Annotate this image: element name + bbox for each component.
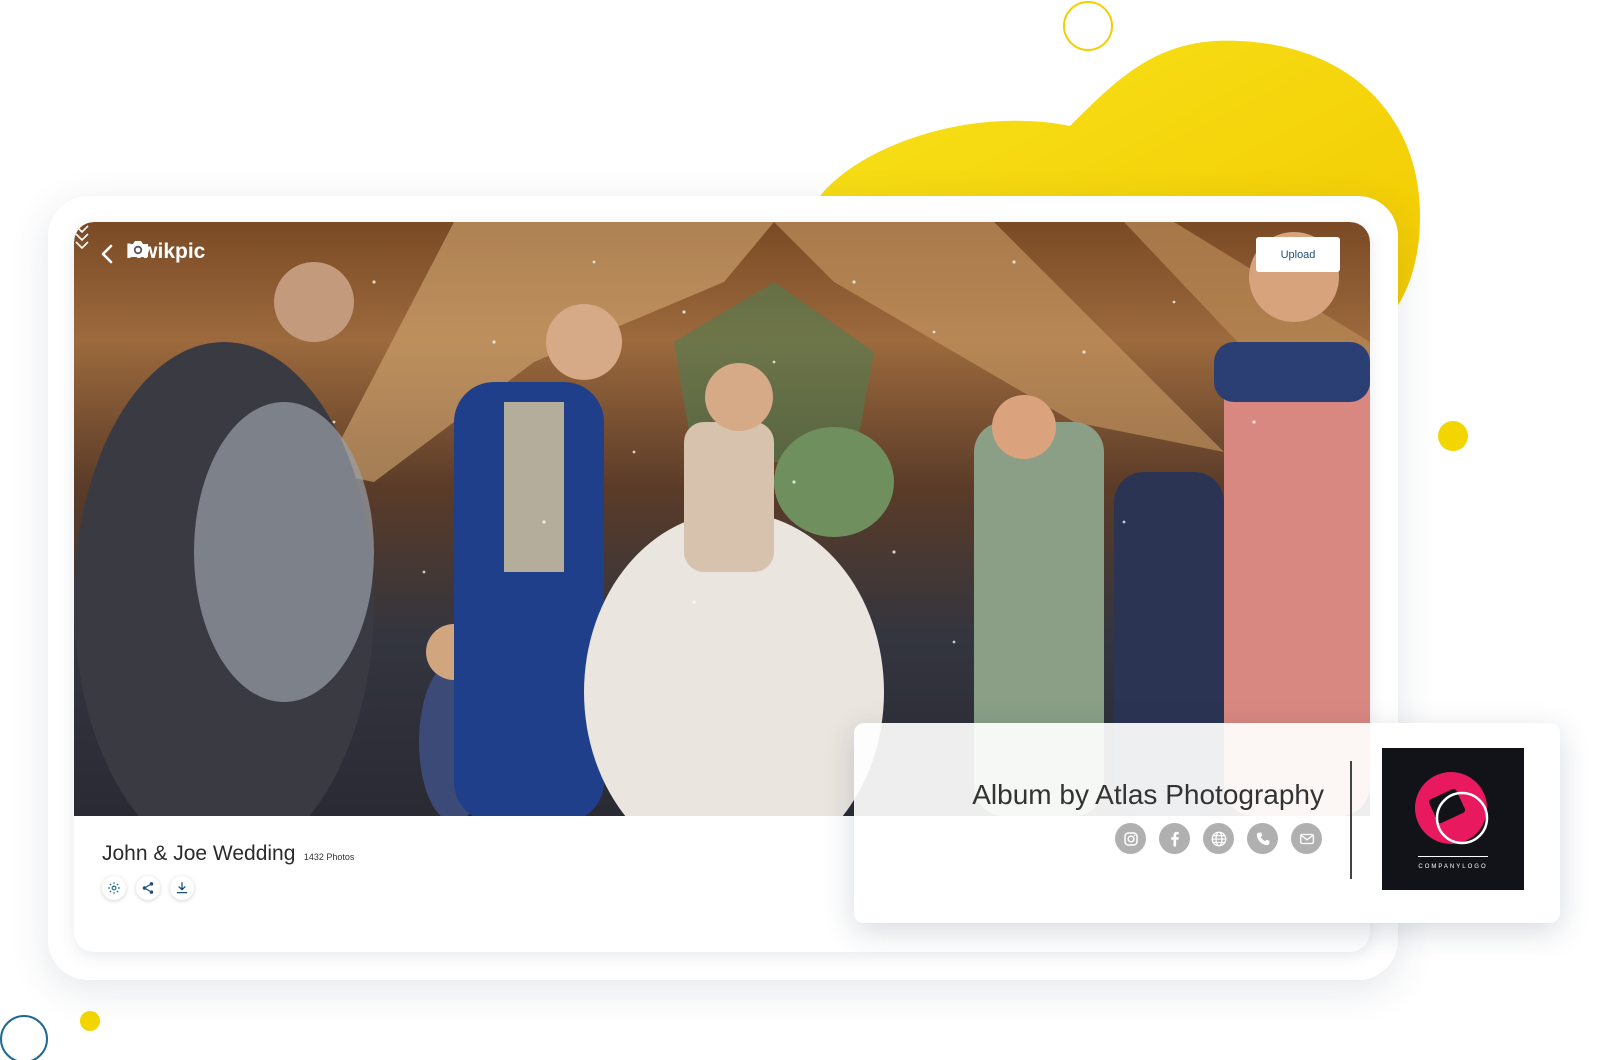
ring-decoration — [1063, 1, 1113, 51]
album-info: John & Joe Wedding 1432 Photos — [102, 842, 354, 900]
marketing-canvas: Kwikpic Upload John & Joe Wedding 1432 P… — [0, 0, 1612, 1060]
download-button[interactable] — [170, 876, 194, 900]
globe-icon — [1211, 831, 1226, 846]
back-arrow-icon[interactable] — [96, 242, 120, 266]
email-link[interactable] — [1291, 823, 1322, 854]
instagram-icon — [1123, 831, 1138, 846]
kwikpic-logo[interactable]: Kwikpic — [126, 240, 205, 264]
instagram-link[interactable] — [1115, 823, 1146, 854]
facebook-link[interactable] — [1159, 823, 1190, 854]
gear-icon — [108, 882, 120, 894]
photo-count: 1432 Photos — [303, 852, 355, 862]
ring-decoration — [0, 1015, 48, 1060]
photographer-card: Album by Atlas Photography COMPANYLOGO — [854, 723, 1560, 923]
company-logo: COMPANYLOGO — [1382, 748, 1524, 890]
dot-decoration — [1438, 421, 1468, 451]
upload-button[interactable]: Upload — [1256, 237, 1340, 272]
share-icon — [142, 882, 154, 894]
scroll-down-chevrons-icon[interactable] — [74, 222, 90, 254]
album-title: John & Joe Wedding — [102, 842, 296, 865]
phone-icon — [1256, 831, 1270, 845]
dot-decoration — [80, 1011, 100, 1031]
company-logo-text: COMPANYLOGO — [1418, 864, 1488, 870]
website-link[interactable] — [1203, 823, 1234, 854]
album-actions — [102, 876, 354, 900]
email-icon — [1299, 833, 1314, 844]
social-links — [1115, 823, 1322, 854]
settings-button[interactable] — [102, 876, 126, 900]
share-button[interactable] — [136, 876, 160, 900]
album-top-bar: Kwikpic Upload — [74, 222, 1370, 292]
download-icon — [176, 882, 188, 894]
card-divider — [1350, 761, 1352, 879]
photographer-title: Album by Atlas Photography — [972, 779, 1324, 810]
camera-icon — [128, 241, 148, 257]
facebook-icon — [1170, 831, 1179, 846]
phone-link[interactable] — [1247, 823, 1278, 854]
